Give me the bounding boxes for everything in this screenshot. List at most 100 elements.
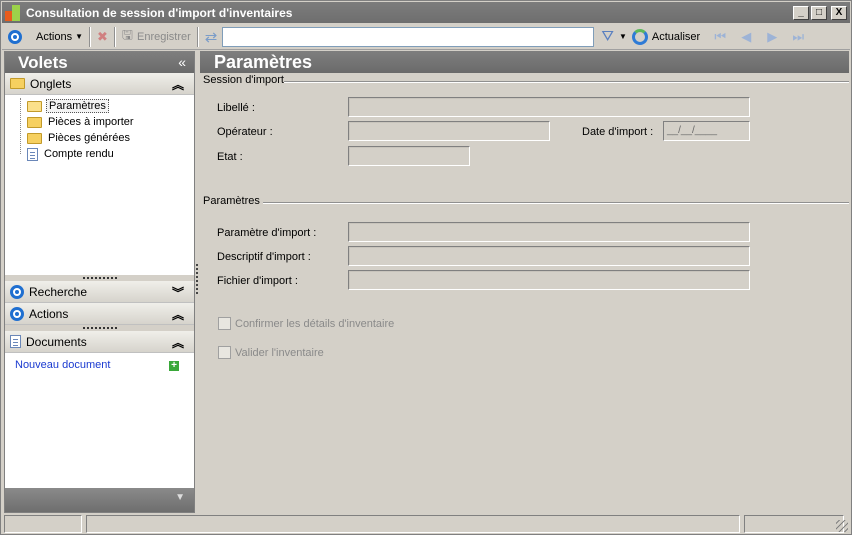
date-import-field[interactable]: __/__/____: [663, 121, 750, 141]
panel-splitter[interactable]: [196, 264, 199, 294]
side-panel-title: Volets: [18, 52, 68, 72]
status-cell: [744, 515, 844, 533]
folder-open-icon: [27, 100, 42, 112]
fichier-import-label: Fichier d'import :: [217, 275, 298, 287]
folder-icon: [27, 132, 42, 144]
save-label: Enregistrer: [136, 30, 191, 43]
descriptif-import-label: Descriptif d'import :: [217, 251, 311, 263]
confirmer-details-checkbox[interactable]: Confirmer les détails d'inventaire: [218, 317, 394, 330]
save-button[interactable]: 🖫 Enregistrer: [119, 26, 194, 48]
tree-item-label: Compte rendu: [44, 148, 114, 160]
section-actions[interactable]: Actions ︽: [5, 303, 194, 325]
side-panel: Volets « Onglets ︽ Paramètres Pièces à i…: [4, 51, 195, 513]
tree-item-label: Pièces à importer: [48, 116, 134, 128]
page-title: Paramètres: [200, 51, 849, 73]
resize-grip-icon[interactable]: [836, 520, 848, 532]
fichier-import-field[interactable]: [348, 270, 750, 290]
sync-button[interactable]: ⇄: [202, 26, 221, 48]
close-button[interactable]: X: [831, 5, 847, 20]
toolbar: Actions ▼ ✖ 🖫 Enregistrer ⇄ ⛛ ▼ Actualis…: [2, 24, 850, 50]
section-onglets[interactable]: Onglets ︽: [5, 73, 194, 95]
section-recherche[interactable]: Recherche ︾: [5, 281, 194, 303]
maximize-button[interactable]: □: [811, 5, 827, 20]
side-panel-header: Volets «: [5, 52, 194, 73]
valider-inventaire-checkbox[interactable]: Valider l'inventaire: [218, 346, 324, 359]
operateur-field[interactable]: [348, 121, 550, 141]
actions-menu-button[interactable]: Actions ▼: [33, 26, 86, 48]
new-document-link[interactable]: Nouveau document: [15, 359, 110, 371]
tree-item-pieces-generees[interactable]: Pièces générées: [5, 130, 194, 146]
operateur-label: Opérateur :: [217, 126, 273, 138]
actions-ring-icon-wrap[interactable]: [2, 26, 25, 48]
side-panel-footer[interactable]: ▼: [5, 488, 194, 512]
document-icon: [10, 335, 21, 348]
window-title: Consultation de session d'import d'inven…: [26, 5, 293, 20]
tree-item-compte-rendu[interactable]: Compte rendu: [5, 146, 194, 162]
search-input[interactable]: [222, 26, 595, 47]
chevron-up-icon[interactable]: ︽: [172, 306, 184, 323]
delete-button[interactable]: ✖: [94, 26, 111, 48]
parametre-import-field[interactable]: [348, 222, 750, 242]
collapse-panel-icon[interactable]: «: [178, 54, 186, 70]
actions-circle-icon: [10, 306, 24, 321]
toolbar-separator: [113, 26, 116, 47]
chevron-down-icon[interactable]: ▼: [175, 492, 185, 503]
minimize-button[interactable]: _: [793, 5, 809, 20]
title-bar[interactable]: Consultation de session d'import d'inven…: [2, 2, 850, 23]
etat-label: Etat :: [217, 151, 243, 163]
tree-item-label: Paramètres: [46, 99, 109, 113]
document-icon: [27, 147, 38, 161]
actions-circle-icon: [8, 29, 22, 44]
group-divider: [284, 81, 849, 83]
confirmer-details-label: Confirmer les détails d'inventaire: [235, 317, 395, 330]
main-content: Paramètres Session d'import Libellé : Op…: [200, 51, 849, 513]
group-parametres-title: Paramètres: [203, 195, 260, 207]
documents-body: Nouveau document +: [5, 353, 194, 503]
tree-item-label: Pièces générées: [48, 132, 130, 144]
valider-inventaire-label: Valider l'inventaire: [235, 346, 324, 359]
libelle-field[interactable]: [348, 97, 750, 117]
delete-icon: ✖: [97, 28, 108, 44]
section-recherche-label: Recherche: [29, 284, 88, 299]
last-record-button[interactable]: ⏭: [785, 29, 811, 45]
app-logo-icon: [5, 4, 23, 21]
tree-item-pieces-a-importer[interactable]: Pièces à importer: [5, 114, 194, 130]
toolbar-separator: [196, 26, 199, 47]
chevron-up-icon[interactable]: ︽: [172, 76, 184, 93]
filter-icon: ⛛: [601, 28, 614, 45]
chevron-up-icon[interactable]: ︽: [172, 334, 184, 351]
folder-icon: [10, 78, 25, 89]
filter-button[interactable]: ⛛: [598, 26, 617, 48]
dropdown-arrow-icon: ▼: [618, 32, 627, 41]
etat-field[interactable]: [348, 146, 470, 166]
toolbar-separator: [89, 26, 91, 47]
filter-dropdown-button[interactable]: ▼: [617, 26, 629, 48]
first-record-button[interactable]: ⏮: [707, 29, 733, 45]
group-session-title: Session d'import: [203, 74, 284, 86]
add-icon[interactable]: +: [169, 361, 179, 371]
tab-tree: Paramètres Pièces à importer Pièces géné…: [5, 95, 194, 275]
search-circle-icon: [10, 284, 24, 299]
refresh-label: Actualiser: [651, 30, 701, 43]
save-icon: 🖫: [121, 26, 133, 42]
group-divider: [263, 202, 849, 204]
refresh-button[interactable]: Actualiser: [629, 26, 703, 48]
status-cell: [4, 515, 82, 533]
sync-icon: ⇄: [204, 28, 218, 46]
section-documents-label: Documents: [26, 334, 87, 349]
refresh-icon: [631, 28, 648, 45]
checkbox-box[interactable]: [218, 346, 231, 359]
dropdown-arrow-icon: ▼: [75, 32, 83, 41]
previous-record-button[interactable]: ◀: [733, 29, 759, 45]
section-onglets-label: Onglets: [30, 76, 72, 91]
section-documents[interactable]: Documents ︽: [5, 331, 194, 353]
chevron-down-icon[interactable]: ︾: [172, 284, 184, 301]
tree-item-parametres[interactable]: Paramètres: [5, 98, 194, 114]
date-import-label: Date d'import :: [582, 126, 654, 138]
folder-icon: [27, 116, 42, 128]
checkbox-box[interactable]: [218, 317, 231, 330]
parametre-import-label: Paramètre d'import :: [217, 227, 317, 239]
descriptif-import-field[interactable]: [348, 246, 750, 266]
status-bar: [2, 514, 850, 534]
next-record-button[interactable]: ▶: [759, 29, 785, 45]
